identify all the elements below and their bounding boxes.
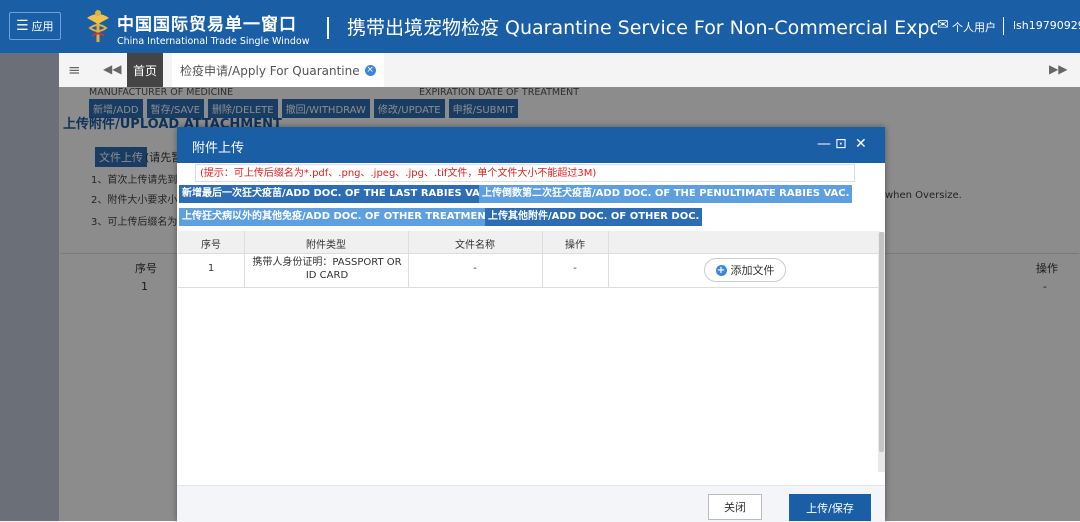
header-type: 附件类型 xyxy=(306,240,346,251)
customs-emblem-icon xyxy=(87,10,109,42)
close-icon[interactable]: × xyxy=(364,64,376,76)
attachment-upload-dialog: 附件上传 — ⊡ ✕ (提示：可上传后缀名为*.pdf、.png、.jpeg、.… xyxy=(177,127,885,522)
table-header: 序号 附件类型 文件名称 操作 xyxy=(178,231,880,254)
col-divider xyxy=(608,231,609,287)
tab-apply-label: 检疫申请/Apply For Quarantine xyxy=(180,63,360,78)
close-button[interactable]: 关闭 xyxy=(708,494,762,520)
add-file-button[interactable]: + 添加文件 xyxy=(704,258,786,282)
minimize-icon[interactable]: — xyxy=(817,136,831,152)
user-icon[interactable]: ✉ xyxy=(937,17,949,33)
row-seq: 1 xyxy=(207,263,215,274)
col-divider xyxy=(244,231,245,287)
tab-apply-quarantine[interactable]: 检疫申请/Apply For Quarantine × xyxy=(172,53,384,87)
dialog-scrollbar[interactable] xyxy=(878,232,885,472)
maximize-icon[interactable]: ⊡ xyxy=(835,136,847,152)
app-menu-button[interactable]: ☰ 应用 xyxy=(9,12,61,40)
menu-toggle-icon[interactable]: ≡ xyxy=(68,61,81,79)
header-seq: 序号 xyxy=(201,240,221,251)
brand-cn: 中国国际贸易单一窗口 xyxy=(117,15,297,35)
top-header: ☰ 应用 中国国际贸易单一窗口 China International Trad… xyxy=(0,0,1080,53)
add-last-rabies-button[interactable]: 新增最后一次狂犬疫苗/ADD DOC. OF THE LAST RABIES V… xyxy=(179,185,495,203)
plus-icon: + xyxy=(715,264,727,276)
add-other-treatment-button[interactable]: 上传狂犬病以外的其他免疫/ADD DOC. OF OTHER TREATMENT xyxy=(179,208,496,226)
tab-scroll-left-icon[interactable]: ◀◀ xyxy=(103,62,121,76)
user-type[interactable]: 个人用户 xyxy=(952,19,996,35)
close-icon[interactable]: ✕ xyxy=(855,136,867,152)
app-menu-label: 应用 xyxy=(31,20,54,33)
dialog-header: 附件上传 — ⊡ ✕ xyxy=(177,127,885,163)
add-file-label: 添加文件 xyxy=(730,264,775,277)
tab-scroll-right-icon[interactable]: ▶▶ xyxy=(1049,62,1067,76)
col-divider xyxy=(408,231,409,287)
tab-home[interactable]: 首页 xyxy=(127,53,163,87)
user-id[interactable]: lsh19790929 xyxy=(1013,19,1080,32)
header-filename: 文件名称 xyxy=(455,240,495,251)
user-divider xyxy=(1003,17,1004,35)
upload-hint: (提示：可上传后缀名为*.pdf、.png、.jpeg、.jpg、.tif文件，… xyxy=(195,164,855,182)
header-op: 操作 xyxy=(565,240,585,251)
add-penultimate-rabies-button[interactable]: 上传倒数第二次狂犬疫苗/ADD DOC. OF THE PENULTIMATE … xyxy=(479,185,853,203)
header-divider xyxy=(327,17,329,39)
scrollbar-thumb[interactable] xyxy=(879,232,884,452)
service-title: 携带出境宠物检疫 Quarantine Service For Non-Comm… xyxy=(347,17,937,39)
add-other-doc-button[interactable]: 上传其他附件/ADD DOC. OF OTHER DOC. xyxy=(485,208,703,226)
upload-save-button[interactable]: 上传/保存 xyxy=(789,494,871,521)
dialog-footer xyxy=(177,485,885,522)
left-sidebar xyxy=(0,53,59,521)
tab-bar: ≡ ◀◀ 首页 检疫申请/Apply For Quarantine × ▶▶ xyxy=(59,53,1080,88)
brand: 中国国际贸易单一窗口 China International Trade Sin… xyxy=(117,10,310,47)
row-op: - xyxy=(573,263,577,274)
row-filename: - xyxy=(473,263,477,274)
brand-en: China International Trade Single Window xyxy=(117,36,310,47)
hamburger-icon: ☰ xyxy=(16,18,29,34)
col-divider xyxy=(542,231,543,287)
table-row: 1 携带人身份证明：PASSPORT OR ID CARD - - + 添加文件 xyxy=(178,253,880,288)
row-type: 携带人身份证明：PASSPORT OR ID CARD xyxy=(252,257,402,281)
dialog-title: 附件上传 xyxy=(192,141,245,156)
